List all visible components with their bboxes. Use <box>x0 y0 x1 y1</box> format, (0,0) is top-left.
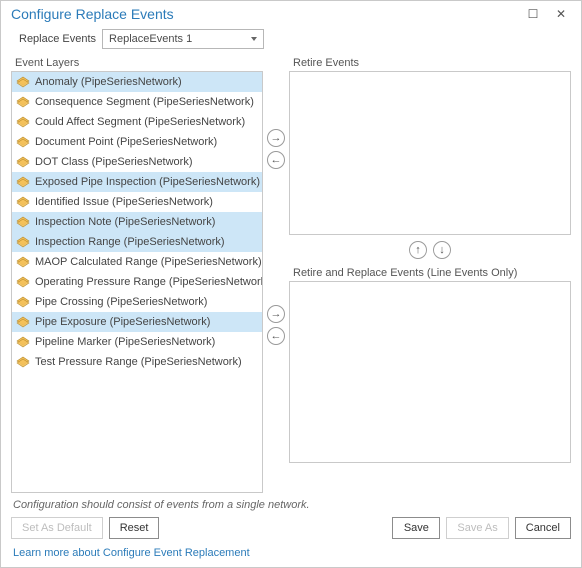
right-column: Retire Events ↑ ↓ Retire and Replace Eve… <box>289 55 571 493</box>
cancel-button[interactable]: Cancel <box>515 517 571 539</box>
list-item[interactable]: Operating Pressure Range (PipeSeriesNetw… <box>12 272 262 292</box>
list-item[interactable]: Inspection Range (PipeSeriesNetwork) <box>12 232 262 252</box>
move-left-replace-button[interactable]: ← <box>267 327 285 345</box>
list-item[interactable]: Pipe Exposure (PipeSeriesNetwork) <box>12 312 262 332</box>
list-item-label: Inspection Note (PipeSeriesNetwork) <box>35 216 215 228</box>
list-item-label: Anomaly (PipeSeriesNetwork) <box>35 76 182 88</box>
list-item[interactable]: Could Affect Segment (PipeSeriesNetwork) <box>12 112 262 132</box>
replace-events-select[interactable]: ReplaceEvents 1 <box>102 29 264 49</box>
layer-icon <box>16 116 30 128</box>
arrow-right-icon: → <box>271 309 282 320</box>
list-item[interactable]: Identified Issue (PipeSeriesNetwork) <box>12 192 262 212</box>
layer-icon <box>16 76 30 88</box>
layer-icon <box>16 296 30 308</box>
layer-icon <box>16 336 30 348</box>
layer-icon <box>16 196 30 208</box>
list-item-label: Consequence Segment (PipeSeriesNetwork) <box>35 96 254 108</box>
layer-icon <box>16 176 30 188</box>
retire-replace-events-list[interactable] <box>289 281 571 463</box>
learn-more-link[interactable]: Learn more about Configure Event Replace… <box>1 547 581 567</box>
replace-events-label: Replace Events <box>19 33 96 45</box>
button-row: Set As Default Reset Save Save As Cancel <box>1 517 581 547</box>
replace-events-row: Replace Events ReplaceEvents 1 <box>1 27 581 55</box>
list-item-label: DOT Class (PipeSeriesNetwork) <box>35 156 193 168</box>
layer-icon <box>16 96 30 108</box>
list-item-label: MAOP Calculated Range (PipeSeriesNetwork… <box>35 256 262 268</box>
reorder-buttons: ↑ ↓ <box>289 235 571 265</box>
set-default-button[interactable]: Set As Default <box>11 517 103 539</box>
list-item[interactable]: MAOP Calculated Range (PipeSeriesNetwork… <box>12 252 262 272</box>
list-item[interactable]: Document Point (PipeSeriesNetwork) <box>12 132 262 152</box>
list-item-label: Identified Issue (PipeSeriesNetwork) <box>35 196 213 208</box>
list-item[interactable]: Consequence Segment (PipeSeriesNetwork) <box>12 92 262 112</box>
event-layers-column: Event Layers Anomaly (PipeSeriesNetwork)… <box>11 55 263 493</box>
list-item-label: Exposed Pipe Inspection (PipeSeriesNetwo… <box>35 176 260 188</box>
retire-replace-events-label: Retire and Replace Events (Line Events O… <box>289 265 571 281</box>
arrow-down-icon: ↓ <box>439 245 445 256</box>
list-item-label: Pipeline Marker (PipeSeriesNetwork) <box>35 336 215 348</box>
main-columns: Event Layers Anomaly (PipeSeriesNetwork)… <box>1 55 581 493</box>
move-right-replace-button[interactable]: → <box>267 305 285 323</box>
dialog-window: Configure Replace Events ☐ ✕ Replace Eve… <box>0 0 582 568</box>
list-item[interactable]: Inspection Note (PipeSeriesNetwork) <box>12 212 262 232</box>
retire-events-label: Retire Events <box>289 55 571 71</box>
event-layers-label: Event Layers <box>11 55 263 71</box>
list-item[interactable]: Pipe Crossing (PipeSeriesNetwork) <box>12 292 262 312</box>
list-item-label: Pipe Exposure (PipeSeriesNetwork) <box>35 316 210 328</box>
list-item[interactable]: DOT Class (PipeSeriesNetwork) <box>12 152 262 172</box>
list-item[interactable]: Anomaly (PipeSeriesNetwork) <box>12 72 262 92</box>
save-as-button[interactable]: Save As <box>446 517 508 539</box>
list-item-label: Operating Pressure Range (PipeSeriesNetw… <box>35 276 262 288</box>
list-item-label: Document Point (PipeSeriesNetwork) <box>35 136 217 148</box>
layer-icon <box>16 236 30 248</box>
list-item-label: Pipe Crossing (PipeSeriesNetwork) <box>35 296 207 308</box>
reset-button[interactable]: Reset <box>109 517 160 539</box>
layer-icon <box>16 136 30 148</box>
layer-icon <box>16 356 30 368</box>
save-button[interactable]: Save <box>392 517 440 539</box>
list-item[interactable]: Pipeline Marker (PipeSeriesNetwork) <box>12 332 262 352</box>
move-right-retire-button[interactable]: → <box>267 129 285 147</box>
window-title: Configure Replace Events <box>11 6 519 22</box>
list-item[interactable]: Test Pressure Range (PipeSeriesNetwork) <box>12 352 262 372</box>
transfer-buttons-column: → ← → ← <box>263 55 289 493</box>
arrow-right-icon: → <box>271 133 282 144</box>
move-up-button[interactable]: ↑ <box>409 241 427 259</box>
arrow-left-icon: ← <box>271 331 282 342</box>
titlebar: Configure Replace Events ☐ ✕ <box>1 1 581 27</box>
layer-icon <box>16 156 30 168</box>
layer-icon <box>16 256 30 268</box>
layer-icon <box>16 316 30 328</box>
maximize-button[interactable]: ☐ <box>519 4 547 24</box>
move-down-button[interactable]: ↓ <box>433 241 451 259</box>
layer-icon <box>16 216 30 228</box>
list-item-label: Could Affect Segment (PipeSeriesNetwork) <box>35 116 245 128</box>
list-item-label: Inspection Range (PipeSeriesNetwork) <box>35 236 225 248</box>
move-left-retire-button[interactable]: ← <box>267 151 285 169</box>
list-item-label: Test Pressure Range (PipeSeriesNetwork) <box>35 356 242 368</box>
arrow-up-icon: ↑ <box>415 245 421 256</box>
retire-events-list[interactable] <box>289 71 571 235</box>
config-hint: Configuration should consist of events f… <box>1 493 581 517</box>
layer-icon <box>16 276 30 288</box>
list-item[interactable]: Exposed Pipe Inspection (PipeSeriesNetwo… <box>12 172 262 192</box>
event-layers-list[interactable]: Anomaly (PipeSeriesNetwork) Consequence S… <box>11 71 263 493</box>
arrow-left-icon: ← <box>271 155 282 166</box>
close-button[interactable]: ✕ <box>547 4 575 24</box>
replace-events-value: ReplaceEvents 1 <box>109 33 192 45</box>
